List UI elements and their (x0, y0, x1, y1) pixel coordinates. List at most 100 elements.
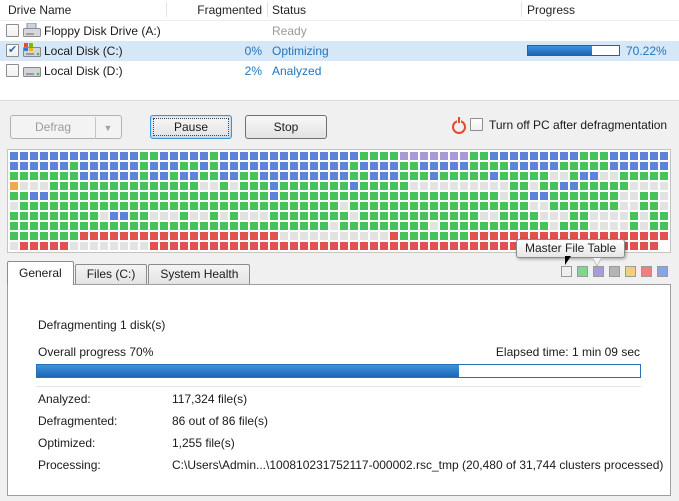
cluster-cell (310, 212, 318, 220)
pause-button[interactable]: Pause (150, 115, 232, 139)
cluster-cell (460, 162, 468, 170)
cluster-cell (150, 192, 158, 200)
cluster-cell (440, 192, 448, 200)
cluster-cell (70, 162, 78, 170)
cluster-cell (120, 182, 128, 190)
cluster-cell (270, 202, 278, 210)
cluster-cell (540, 212, 548, 220)
defrag-dropdown-arrow-icon[interactable]: ▼ (95, 117, 120, 139)
cluster-cell (110, 152, 118, 160)
drive-row-floppy-a[interactable]: Floppy Disk Drive (A:) Ready (0, 21, 679, 41)
cluster-cell (440, 152, 448, 160)
cluster-cell (330, 152, 338, 160)
drive-checkbox[interactable] (6, 24, 19, 37)
cluster-cell (110, 172, 118, 180)
cluster-cell (60, 212, 68, 220)
tab-files-c[interactable]: Files (C:) (75, 264, 148, 285)
tab-system-health[interactable]: System Health (148, 264, 250, 285)
cluster-cell (550, 152, 558, 160)
cluster-cell (600, 192, 608, 200)
drive-checkbox[interactable] (6, 44, 19, 57)
stat-defragmented: Defragmented: 86 out of 86 file(s) (38, 414, 117, 428)
cluster-cell (660, 162, 668, 170)
cluster-cell (380, 192, 388, 200)
cluster-cell (580, 182, 588, 190)
cluster-cell (530, 212, 538, 220)
cluster-cell (450, 242, 458, 250)
cluster-cell (520, 202, 528, 210)
cluster-cell (80, 202, 88, 210)
tooltip-text: Master File Table (525, 241, 616, 255)
cluster-cell (310, 222, 318, 230)
cluster-cell (520, 192, 528, 200)
cluster-cell (20, 232, 28, 240)
cluster-cell (620, 172, 628, 180)
stop-button[interactable]: Stop (245, 115, 327, 139)
cluster-cell (610, 212, 618, 220)
drive-status: Optimizing (272, 44, 329, 58)
cluster-cell (280, 192, 288, 200)
cluster-cell (420, 162, 428, 170)
cluster-cell (60, 242, 68, 250)
cluster-cell (80, 232, 88, 240)
drive-checkbox[interactable] (6, 64, 19, 77)
cluster-cell (290, 172, 298, 180)
cluster-cell (420, 232, 428, 240)
cluster-cell (160, 162, 168, 170)
cluster-cell (430, 152, 438, 160)
cluster-cell (210, 242, 218, 250)
cluster-cell (250, 212, 258, 220)
cluster-cell (510, 152, 518, 160)
cluster-cell (430, 182, 438, 190)
cluster-cell (50, 242, 58, 250)
cluster-cell (80, 222, 88, 230)
turn-off-label[interactable]: Turn off PC after defragmentation (489, 118, 667, 132)
cluster-cell (500, 212, 508, 220)
cluster-cell (590, 202, 598, 210)
cluster-cell (600, 172, 608, 180)
drive-progress-label: 70.22% (626, 44, 667, 58)
cluster-cell (220, 162, 228, 170)
cluster-cell (60, 172, 68, 180)
cluster-cell (580, 172, 588, 180)
cluster-cell (280, 242, 288, 250)
cluster-cell (470, 232, 478, 240)
cluster-cell (340, 242, 348, 250)
cluster-cell (180, 152, 188, 160)
column-header-progress[interactable]: Progress (527, 3, 575, 17)
cluster-cell (640, 192, 648, 200)
cluster-cell (280, 172, 288, 180)
cluster-cell (60, 232, 68, 240)
column-header-drive-name[interactable]: Drive Name (8, 3, 71, 17)
cluster-cell (10, 182, 18, 190)
cluster-cell (90, 172, 98, 180)
cluster-cell (140, 232, 148, 240)
cluster-cell (460, 202, 468, 210)
cluster-cell (610, 192, 618, 200)
cluster-cell (400, 162, 408, 170)
cluster-cell (50, 182, 58, 190)
cluster-cell (40, 232, 48, 240)
cluster-cell (230, 192, 238, 200)
cluster-cell (120, 172, 128, 180)
cluster-cell (360, 152, 368, 160)
drive-row-local-d[interactable]: Local Disk (D:) 2% Analyzed (0, 61, 679, 81)
tab-files-c-label: Files (C:) (87, 267, 136, 281)
cluster-cell (260, 192, 268, 200)
cluster-cell (610, 152, 618, 160)
cluster-cell (250, 192, 258, 200)
cluster-cell (240, 202, 248, 210)
defrag-button[interactable]: Defrag▼ (10, 115, 122, 139)
cluster-cell (10, 192, 18, 200)
cluster-cell (30, 152, 38, 160)
column-header-fragmented[interactable]: Fragmented (166, 3, 262, 17)
cluster-cell (210, 232, 218, 240)
column-header-status[interactable]: Status (272, 3, 306, 17)
cluster-cell (200, 162, 208, 170)
turn-off-checkbox[interactable] (470, 118, 483, 131)
drive-row-local-c[interactable]: Local Disk (C:) 0% Optimizing 70.22% (0, 41, 679, 61)
cluster-cell (250, 202, 258, 210)
stat-label: Processing: (38, 458, 101, 472)
tab-general[interactable]: General (7, 261, 74, 285)
cluster-cell (290, 222, 298, 230)
